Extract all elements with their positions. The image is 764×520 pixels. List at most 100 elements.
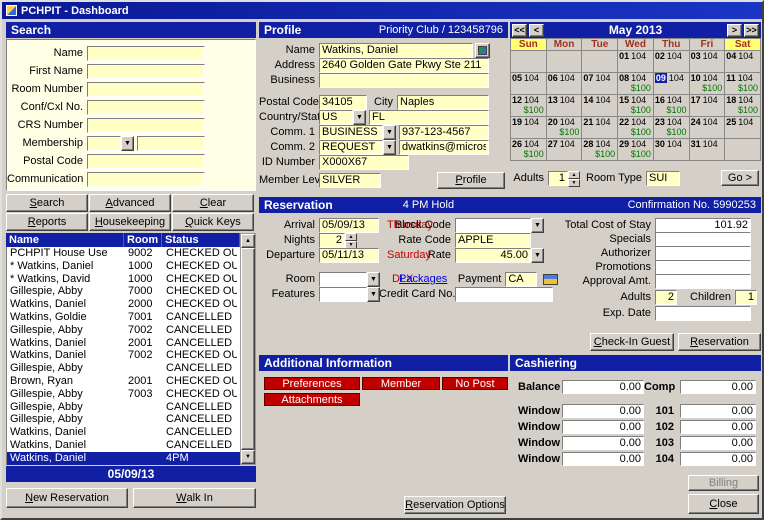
prev-month-button[interactable]: < [529,24,544,37]
column-header-name[interactable]: Name [6,233,124,247]
table-row[interactable]: Gillespie, Abby7000CHECKED OUT [7,285,240,298]
membership-dropdown-button[interactable]: ▼ [121,136,134,151]
lamp-member[interactable]: Member [362,377,440,390]
calendar-day-cell[interactable]: 05104 [511,73,547,95]
block-code-dropdown-button[interactable]: ▼ [531,218,544,233]
room-type-input[interactable] [646,171,680,186]
nights-spinner[interactable]: ▲▼ [345,233,357,248]
table-row[interactable]: Gillespie, Abby7003CHECKED OUT [7,388,240,401]
table-row[interactable]: Watkins, Goldie7001CANCELLED [7,311,240,324]
calendar-day-cell[interactable]: 31104 [690,139,726,161]
calendar-day-cell[interactable]: 27104 [547,139,583,161]
membership-type-input[interactable] [87,136,121,151]
calendar-day-cell[interactable]: 08104$100 [618,73,654,95]
postal-code-input[interactable] [87,154,205,169]
calendar-day-cell[interactable]: 25104 [725,117,761,139]
close-button[interactable]: Close [688,494,759,514]
new-reservation-button[interactable]: New Reservation [6,488,128,508]
table-row[interactable]: Watkins, Daniel2000CHECKED OUT [7,298,240,311]
housekeeping-button[interactable]: Housekeeping [89,213,171,231]
table-row[interactable]: Watkins, DanielCANCELLED [7,426,240,439]
membership-number-input[interactable] [137,136,205,151]
column-header-room[interactable]: Room [124,233,162,247]
clear-button[interactable]: Clear [172,194,254,212]
adults-spinner[interactable]: ▲▼ [568,171,580,186]
window-amount-field[interactable]: 0.00 [562,420,644,434]
table-row[interactable]: * Watkins, Daniel1000CHECKED OUT [7,260,240,273]
packages-link[interactable]: Packages [399,273,447,285]
calendar-day-cell[interactable]: 28104$100 [582,139,618,161]
profile-postal-input[interactable] [319,95,367,110]
room-input[interactable] [319,272,367,287]
comm2-type-input[interactable] [319,140,383,155]
results-scrollbar[interactable]: ▲ ▼ [240,233,256,465]
adults-input[interactable] [548,171,568,186]
table-row[interactable]: Gillespie, AbbyCANCELLED [7,413,240,426]
city-input[interactable] [397,95,489,110]
scroll-down-icon[interactable]: ▼ [241,450,255,464]
table-row[interactable]: Brown, Ryan2001CHECKED OUT [7,375,240,388]
scrollbar-thumb[interactable] [241,248,255,450]
spin-down-icon[interactable]: ▼ [568,179,580,187]
lamp-preferences[interactable]: Preferences [264,377,360,390]
calendar-day-cell[interactable]: 09104 [654,73,690,95]
features-input[interactable] [319,287,367,302]
calendar-day-cell[interactable]: 17104 [690,95,726,117]
children-input[interactable] [735,290,757,305]
country-input[interactable] [319,110,353,125]
payment-input[interactable] [505,272,537,287]
rate-input[interactable] [455,248,531,263]
comp-field[interactable]: 0.00 [680,380,756,394]
member-level-input[interactable] [319,173,381,188]
calendar-day-cell[interactable]: 18104$100 [725,95,761,117]
table-row[interactable]: Gillespie, Abby7002CANCELLED [7,324,240,337]
search-name-input[interactable] [87,46,205,61]
calendar-day-cell[interactable]: 16104$100 [654,95,690,117]
next-year-button[interactable]: >> [744,24,759,37]
block-code-input[interactable] [455,218,531,233]
business-input[interactable] [319,73,489,88]
window-amount-field[interactable]: 0.00 [562,404,644,418]
nights-input[interactable] [319,233,345,248]
calendar-day-cell[interactable]: 11104$100 [725,73,761,95]
spin-up-icon[interactable]: ▲ [568,171,580,179]
advanced-button[interactable]: Advanced [89,194,171,212]
rate-dropdown-button[interactable]: ▼ [531,248,544,263]
profile-name-input[interactable] [319,43,473,58]
column-header-status[interactable]: Status [162,233,240,247]
exp-date-input[interactable] [655,306,751,321]
communication-input[interactable] [87,172,205,187]
calendar-day-cell[interactable]: 12104$100 [511,95,547,117]
table-row[interactable]: Gillespie, AbbyCANCELLED [7,401,240,414]
calendar-day-cell[interactable]: 19104 [511,117,547,139]
prev-year-button[interactable]: << [512,24,527,37]
profile-button[interactable]: Profile [437,172,505,189]
table-row[interactable]: Watkins, Daniel2001CANCELLED [7,337,240,350]
id-number-input[interactable] [319,155,409,170]
calendar-day-cell[interactable]: 26104$100 [511,139,547,161]
arrival-input[interactable] [319,218,379,233]
calendar-day-cell[interactable]: 29104$100 [618,139,654,161]
calendar-day-cell[interactable]: 03104 [690,51,726,73]
calendar-day-cell[interactable]: 23104$100 [654,117,690,139]
walk-in-button[interactable]: Walk In [133,488,256,508]
search-button[interactable]: Search [6,194,88,212]
calendar-day-cell[interactable]: 07104 [582,73,618,95]
room-account-field[interactable]: 0.00 [680,436,756,450]
calendar-day-cell[interactable]: 20104$100 [547,117,583,139]
lamp-attachments[interactable]: Attachments [264,393,360,406]
go-button[interactable]: Go > [721,170,759,186]
calendar-day-cell[interactable]: 01104 [618,51,654,73]
quick-keys-button[interactable]: Quick Keys [172,213,254,231]
comm2-dropdown-button[interactable]: ▼ [383,140,396,155]
table-row[interactable]: Watkins, Daniel7002CHECKED OUT [7,349,240,362]
calendar-day-cell[interactable]: 13104 [547,95,583,117]
calendar-day-cell[interactable]: 22104$100 [618,117,654,139]
comm1-value-input[interactable] [399,125,489,140]
table-row[interactable]: Gillespie, AbbyCANCELLED [7,362,240,375]
room-number-input[interactable] [87,82,205,97]
reports-button[interactable]: Reports [6,213,88,231]
conf-no-input[interactable] [87,100,205,115]
credit-card-no-input[interactable] [455,287,553,302]
rate-code-input[interactable] [455,233,531,248]
